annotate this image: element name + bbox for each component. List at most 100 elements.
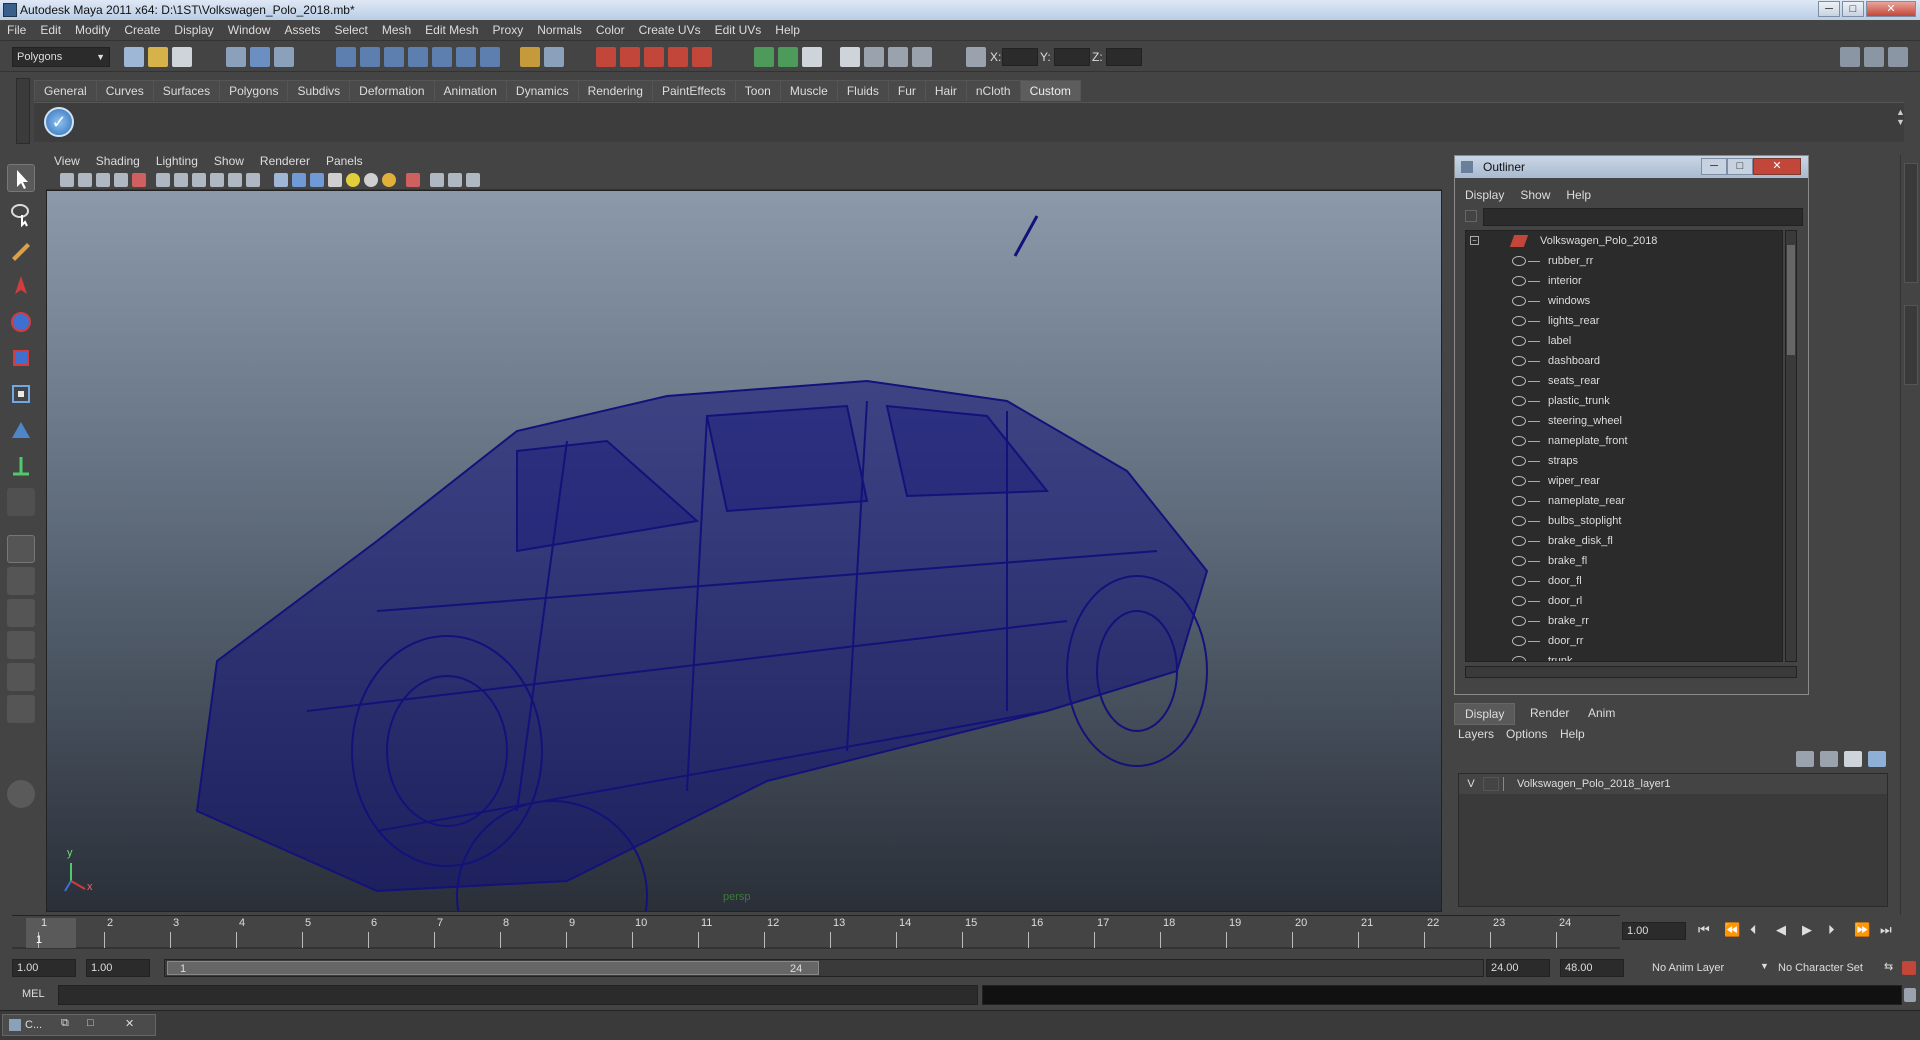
tab-toon[interactable]: Toon bbox=[734, 80, 781, 101]
start-time-field[interactable]: 1.00 bbox=[12, 959, 76, 977]
outliner-item[interactable]: windows bbox=[1466, 291, 1782, 311]
current-time-field[interactable]: 1.00 bbox=[1622, 922, 1686, 940]
tab-painteffects[interactable]: PaintEffects bbox=[651, 80, 736, 101]
outliner-item[interactable]: door_rr bbox=[1466, 631, 1782, 651]
viewport-menu-view[interactable]: View bbox=[46, 152, 88, 170]
camera-select-icon[interactable] bbox=[60, 173, 74, 187]
restore-icon[interactable]: ⧉ bbox=[61, 1017, 69, 1030]
wireframe-on-shaded-icon[interactable] bbox=[310, 173, 324, 187]
maximize-icon[interactable]: □ bbox=[87, 1017, 94, 1029]
outliner-scroll-thumb[interactable] bbox=[1787, 245, 1795, 355]
outliner-item[interactable]: nameplate_rear bbox=[1466, 491, 1782, 511]
tab-fluids[interactable]: Fluids bbox=[836, 80, 889, 101]
selection-mask-icon[interactable] bbox=[544, 47, 564, 67]
outliner-title-bar[interactable]: Outliner ─ □ ✕ bbox=[1455, 156, 1808, 178]
z-input[interactable] bbox=[1106, 48, 1142, 66]
outliner-item[interactable]: label bbox=[1466, 331, 1782, 351]
hypershade-icon[interactable] bbox=[668, 47, 688, 67]
resolution-gate-icon[interactable] bbox=[192, 173, 206, 187]
render-current-frame-icon[interactable] bbox=[596, 47, 616, 67]
layer-visibility-toggle[interactable]: V bbox=[1463, 774, 1479, 794]
menu-color[interactable]: Color bbox=[589, 20, 632, 41]
tool-settings-toggle-icon[interactable] bbox=[778, 47, 798, 67]
tab-muscle[interactable]: Muscle bbox=[779, 80, 838, 101]
tab-rendering[interactable]: Rendering bbox=[577, 80, 653, 101]
menu-set-dropdown[interactable]: Polygons ▼ bbox=[12, 47, 110, 67]
channel-box-layer-editor-tab[interactable] bbox=[1904, 163, 1918, 283]
safe-action-icon[interactable] bbox=[246, 173, 260, 187]
tab-subdivs[interactable]: Subdivs bbox=[287, 80, 351, 101]
last-tool-slot[interactable] bbox=[7, 488, 35, 516]
outliner-horizontal-scrollbar[interactable] bbox=[1465, 666, 1797, 678]
menu-normals[interactable]: Normals bbox=[530, 20, 589, 41]
close-icon[interactable]: ✕ bbox=[125, 1017, 134, 1030]
menu-window[interactable]: Window bbox=[221, 20, 278, 41]
textured-icon[interactable] bbox=[328, 173, 342, 187]
step-back-key-icon[interactable]: ⏪ bbox=[1724, 922, 1740, 938]
scale-tool-icon[interactable] bbox=[7, 344, 35, 372]
character-set-dropdown[interactable]: No Character Set bbox=[1770, 959, 1882, 977]
lasso-tool-icon[interactable] bbox=[7, 200, 35, 228]
new-scene-icon[interactable] bbox=[124, 47, 144, 67]
shelf-menu-handle[interactable] bbox=[16, 78, 30, 144]
menu-help[interactable]: Help bbox=[768, 20, 807, 41]
viewport-menu-show[interactable]: Show bbox=[206, 152, 252, 170]
field-chart-icon[interactable] bbox=[228, 173, 242, 187]
go-to-end-icon[interactable]: ⏭ bbox=[1880, 922, 1892, 938]
shadows-icon[interactable] bbox=[364, 173, 378, 187]
command-input[interactable] bbox=[58, 985, 978, 1005]
tab-fur[interactable]: Fur bbox=[887, 80, 926, 101]
viewport-menu-shading[interactable]: Shading bbox=[88, 152, 148, 170]
film-gate-icon[interactable] bbox=[174, 173, 188, 187]
outliner-item[interactable]: door_rl bbox=[1466, 591, 1782, 611]
two-d-pan-zoom-icon[interactable] bbox=[132, 173, 146, 187]
tab-general[interactable]: General bbox=[34, 80, 97, 101]
make-live-icon[interactable] bbox=[432, 47, 452, 67]
outliner-item[interactable]: steering_wheel bbox=[1466, 411, 1782, 431]
menu-edit[interactable]: Edit bbox=[33, 20, 68, 41]
tab-hair[interactable]: Hair bbox=[924, 80, 967, 101]
outliner-item[interactable]: plastic_trunk bbox=[1466, 391, 1782, 411]
viewport-menu-lighting[interactable]: Lighting bbox=[148, 152, 206, 170]
step-forward-frame-icon[interactable]: ⏵ bbox=[1828, 922, 1835, 938]
anim-layer-dropdown[interactable]: No Anim Layer bbox=[1640, 959, 1758, 977]
go-to-start-icon[interactable]: ⏮ bbox=[1698, 922, 1710, 938]
smooth-shade-icon[interactable] bbox=[292, 173, 306, 187]
snap-to-view-plane-icon[interactable] bbox=[408, 47, 428, 67]
outliner-item[interactable]: lights_rear bbox=[1466, 311, 1782, 331]
move-layer-up-icon[interactable] bbox=[1796, 751, 1814, 767]
outliner-item[interactable]: seats_rear bbox=[1466, 371, 1782, 391]
tab-custom[interactable]: Custom bbox=[1019, 80, 1081, 101]
outliner-item[interactable]: brake_rr bbox=[1466, 611, 1782, 631]
toggle-tool-settings-icon[interactable] bbox=[1864, 47, 1884, 67]
animation-preferences-icon[interactable] bbox=[1902, 961, 1916, 975]
outliner-item[interactable]: brake_fl bbox=[1466, 551, 1782, 571]
maximize-button[interactable]: □ bbox=[1842, 1, 1864, 17]
menu-edit-uvs[interactable]: Edit UVs bbox=[708, 20, 769, 41]
layer-menu-options[interactable]: Options bbox=[1506, 725, 1547, 743]
x-input[interactable] bbox=[1002, 48, 1038, 66]
step-forward-key-icon[interactable]: ⏩ bbox=[1854, 922, 1870, 938]
outliner-filter-toggle-icon[interactable] bbox=[1465, 210, 1477, 222]
show-manipulator-icon[interactable] bbox=[7, 452, 35, 480]
viewport-menu-panels[interactable]: Panels bbox=[318, 152, 371, 170]
outliner-close-button[interactable]: ✕ bbox=[1753, 158, 1801, 175]
step-back-frame-icon[interactable]: ⏴ bbox=[1750, 922, 1757, 938]
y-input[interactable] bbox=[1054, 48, 1090, 66]
select-tool-icon[interactable] bbox=[7, 164, 35, 192]
channel-box-toggle-icon[interactable] bbox=[802, 47, 822, 67]
toggle-channel-box-icon[interactable] bbox=[1888, 47, 1908, 67]
outliner-vertical-scrollbar[interactable] bbox=[1785, 230, 1797, 662]
outliner-menu-help[interactable]: Help bbox=[1558, 186, 1599, 204]
layer-menu-help[interactable]: Help bbox=[1560, 725, 1585, 743]
snap-to-point-icon[interactable] bbox=[384, 47, 404, 67]
viewport-menu-renderer[interactable]: Renderer bbox=[252, 152, 318, 170]
layout-outliner-icon[interactable] bbox=[888, 47, 908, 67]
layer-menu-layers[interactable]: Layers bbox=[1458, 725, 1494, 743]
play-backwards-icon[interactable]: ◀ bbox=[1776, 922, 1786, 938]
menu-display[interactable]: Display bbox=[167, 20, 220, 41]
snap-to-curve-icon[interactable] bbox=[360, 47, 380, 67]
snap-to-grid-icon[interactable] bbox=[336, 47, 356, 67]
script-editor-icon[interactable] bbox=[1904, 988, 1916, 1002]
image-plane-icon[interactable] bbox=[114, 173, 128, 187]
